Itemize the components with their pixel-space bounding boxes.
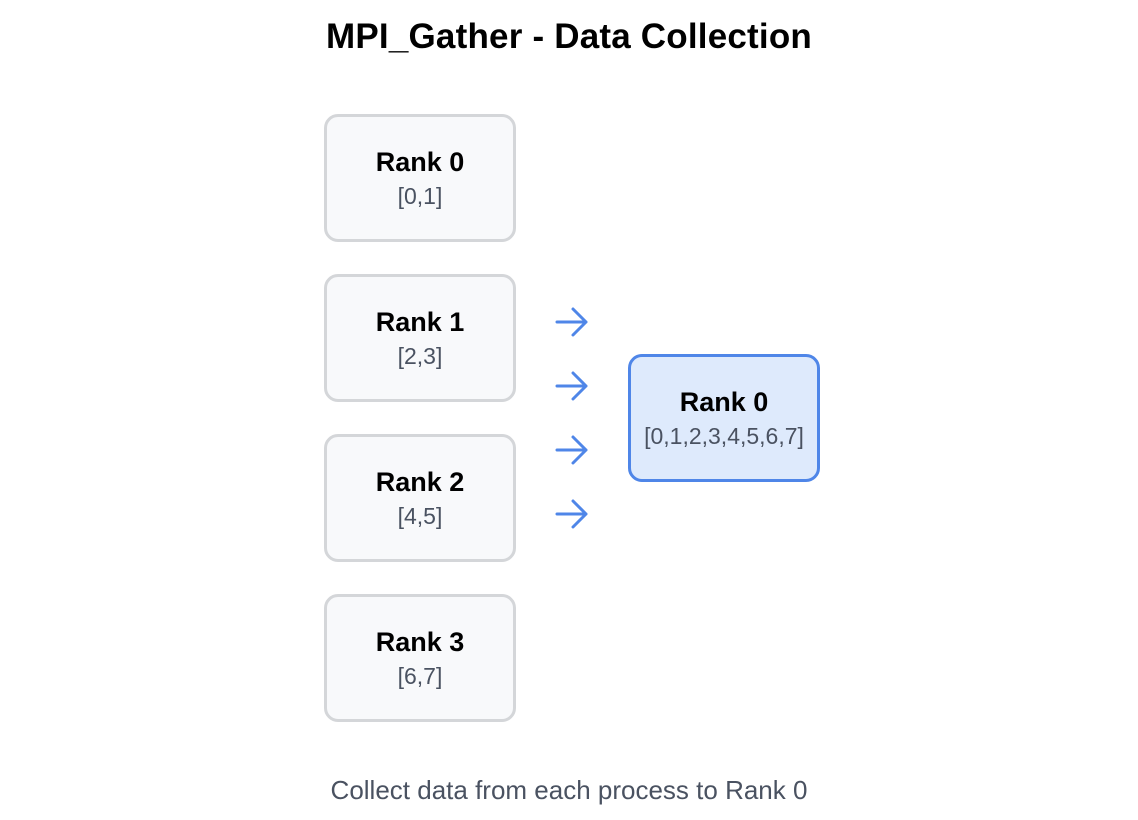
rank-label: Rank 1: [375, 307, 465, 337]
arrow-right-icon: [555, 371, 588, 401]
rank-data: [6,7]: [397, 663, 443, 689]
gather-arrows: [552, 302, 592, 558]
arrow-right-icon: [555, 307, 588, 337]
diagram-title: MPI_Gather - Data Collection: [326, 17, 812, 56]
rank-data: [2,3]: [397, 343, 443, 369]
source-processes: Rank 0 [0,1] Rank 1 [2,3] Rank 2 [4,5] R…: [324, 114, 516, 754]
rank-label: Rank 2: [375, 467, 465, 497]
diagram-caption: Collect data from each process to Rank 0: [330, 775, 808, 805]
rank-label: Rank 3: [375, 627, 465, 657]
rank-data: [0,1]: [397, 183, 443, 209]
rank-data: [4,5]: [397, 503, 443, 529]
destination-rank-box: Rank 0 [0,1,2,3,4,5,6,7]: [628, 354, 820, 482]
arrow-right-icon: [555, 435, 588, 465]
source-rank-box: Rank 1 [2,3]: [324, 274, 516, 402]
destination-rank-data: [0,1,2,3,4,5,6,7]: [644, 423, 804, 449]
destination-rank-label: Rank 0: [679, 387, 769, 417]
rank-label: Rank 0: [375, 147, 465, 177]
source-rank-box: Rank 2 [4,5]: [324, 434, 516, 562]
source-rank-box: Rank 3 [6,7]: [324, 594, 516, 722]
source-rank-box: Rank 0 [0,1]: [324, 114, 516, 242]
arrow-right-icon: [555, 499, 588, 529]
